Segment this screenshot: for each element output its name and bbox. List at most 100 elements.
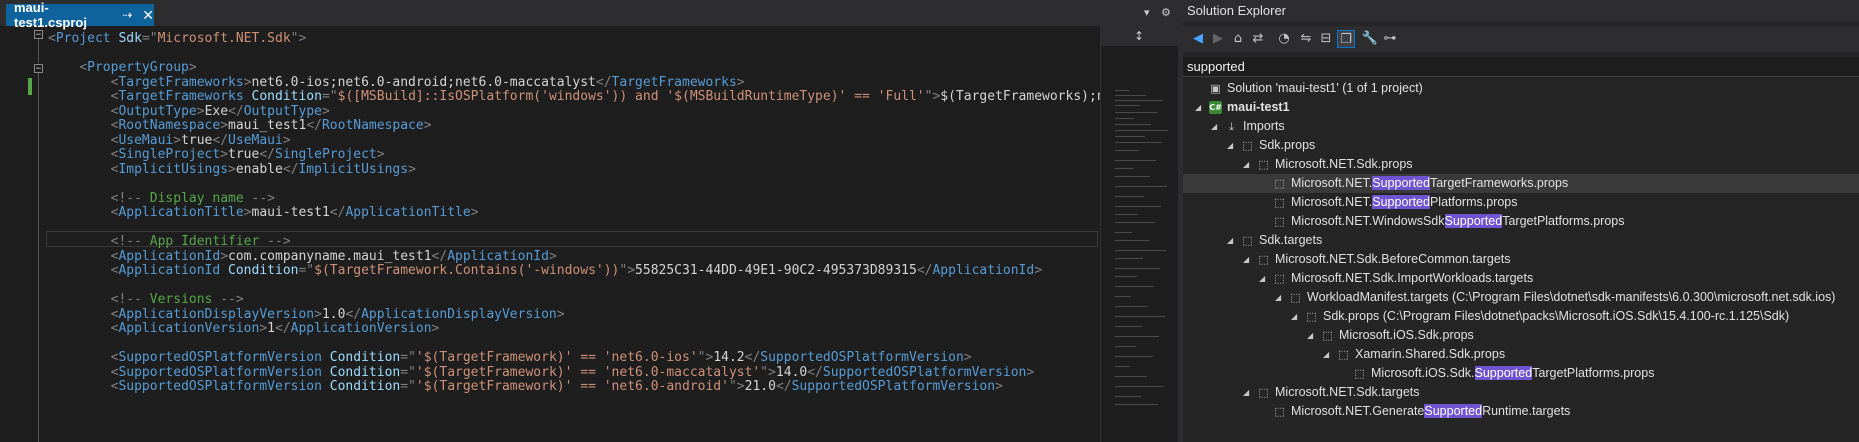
minimap-line [1115, 186, 1167, 187]
collapse-icon[interactable]: − [34, 30, 43, 40]
code-token: maui-test1 [251, 205, 330, 220]
code-token: > [470, 205, 479, 220]
tree-item[interactable]: ⬚ Microsoft.NET.SupportedTargetFrameworks… [1183, 174, 1859, 193]
tree-item[interactable]: ◢ C# maui-test1 [1183, 98, 1859, 117]
expand-arrow-icon[interactable]: ◢ [1227, 136, 1237, 155]
expand-arrow-icon[interactable]: ◢ [1307, 326, 1317, 345]
code-line[interactable]: <Project Sdk="Microsoft.NET.Sdk"> [48, 30, 306, 47]
document-tab[interactable]: maui-test1.csproj ⇢ ✕ [6, 0, 154, 30]
tree-item[interactable]: ◢ ⬚ Sdk.targets [1183, 231, 1859, 250]
code-area[interactable]: − − <Project Sdk="Microsoft.NET.Sdk"> <P… [0, 26, 1100, 442]
tree-item[interactable]: ◢ ⬚ Sdk.props [1183, 136, 1859, 155]
import-file-icon: ⬚ [1274, 215, 1285, 228]
code-token: </ [329, 205, 346, 220]
import-file-icon: ⬚ [1274, 405, 1285, 418]
tree-item[interactable]: ⬚ Microsoft.iOS.Sdk.SupportedTargetPlatfo… [1183, 364, 1859, 383]
solution-search-input[interactable]: supported [1183, 57, 1859, 77]
search-match-highlight: Supported [1444, 214, 1503, 228]
tree-item[interactable]: ⬚ Microsoft.NET.SupportedPlatforms.props [1183, 193, 1859, 212]
minimap-line [1115, 250, 1166, 251]
pending-changes-icon[interactable]: ◔ [1275, 30, 1293, 48]
collapse-all-icon[interactable]: ⊟ [1317, 30, 1335, 48]
code-line[interactable]: <ApplicationTitle>maui-test1</Applicatio… [48, 204, 479, 221]
expand-arrow-icon[interactable]: ◢ [1243, 250, 1253, 269]
expand-arrow-icon[interactable]: ◢ [1195, 98, 1205, 117]
tree-item[interactable]: ◢ ⬚ Microsoft.NET.Sdk.targets [1183, 383, 1859, 402]
minimap-line [1115, 214, 1138, 215]
switch-views-icon[interactable]: ⇄ [1249, 30, 1267, 48]
close-icon[interactable]: ✕ [142, 7, 154, 24]
code-line[interactable]: <ApplicationId Condition="$(TargetFramew… [48, 262, 1042, 279]
expand-arrow-icon[interactable]: ◢ [1275, 288, 1285, 307]
import-file-icon: ⬚ [1354, 367, 1365, 380]
tree-item[interactable]: ⬚ Microsoft.NET.WindowsSdkSupportedTarget… [1183, 212, 1859, 231]
properties-icon[interactable]: 🔧 [1361, 30, 1379, 48]
tree-item-label: Microsoft.NET.Sdk.ImportWorkloads.target… [1291, 271, 1534, 285]
expand-arrow-icon[interactable]: ◢ [1243, 155, 1253, 174]
import-file-icon: ⬚ [1258, 253, 1269, 266]
expand-arrow-icon[interactable]: ◢ [1243, 383, 1253, 402]
collapse-icon[interactable]: − [34, 64, 43, 74]
tree-item-label: Microsoft.iOS.Sdk.props [1339, 328, 1474, 342]
minimap-line [1115, 366, 1130, 367]
code-editor[interactable]: maui-test1.csproj ⇢ ✕ ▾ ⚙ − − <Project S… [0, 0, 1179, 442]
minimap-line [1115, 316, 1165, 317]
tree-item[interactable]: ◢ ⬚ Microsoft.iOS.Sdk.props [1183, 326, 1859, 345]
tree-item[interactable]: ⬚ Microsoft.NET.GenerateSupportedRuntime.… [1183, 402, 1859, 421]
sync-icon[interactable]: ⇋ [1297, 30, 1315, 48]
code-token: > [423, 118, 432, 133]
expand-arrow-icon[interactable]: ◢ [1323, 345, 1333, 364]
minimap-line [1115, 222, 1155, 223]
import-file-icon: ⬚ [1322, 329, 1333, 342]
show-all-files-icon[interactable]: ❐ [1337, 30, 1355, 48]
minimap-line [1115, 168, 1133, 169]
tree-item[interactable]: ◢ ⬚ Microsoft.NET.Sdk.ImportWorkloads.targ… [1183, 269, 1859, 288]
code-token: > [431, 321, 440, 336]
minimap-line [1115, 90, 1129, 91]
code-token: =" [400, 379, 416, 394]
tree-item[interactable]: ◢ ⬚ Microsoft.NET.Sdk.BeforeCommon.targets [1183, 250, 1859, 269]
code-token: 55825C31-44DD-49E1-90C2-495373D89315 [635, 263, 917, 278]
tree-item[interactable]: ◢ ⤓ Imports [1183, 117, 1859, 136]
tree-item-label: Microsoft.NET.SupportedTargetFrameworks.… [1291, 176, 1569, 190]
pin-icon[interactable]: ⇢ [122, 8, 132, 22]
minimap-line [1115, 386, 1164, 387]
home-icon[interactable]: ⌂ [1229, 30, 1247, 48]
minimap[interactable] [1100, 26, 1179, 442]
minimap-line [1115, 336, 1159, 337]
code-token: Project [55, 31, 111, 46]
tree-item[interactable]: ▣ Solution 'maui-test1' (1 of 1 project) [1183, 79, 1859, 98]
code-token: Condition [329, 379, 401, 394]
expand-arrow-icon[interactable]: ◢ [1211, 117, 1221, 136]
code-line[interactable]: <SupportedOSPlatformVersion Condition="'… [48, 378, 1003, 395]
settings-icon[interactable]: ⚙ [1161, 6, 1171, 19]
import-file-icon: ⬚ [1290, 291, 1301, 304]
expand-arrow-icon[interactable]: ◢ [1227, 231, 1237, 250]
back-icon[interactable]: ◀ [1189, 30, 1207, 48]
tree-item[interactable]: ◢ ⬚ WorkloadManifest.targets (C:\Program F… [1183, 288, 1859, 307]
selection-margin [0, 26, 8, 442]
tab-dropdown-icon[interactable]: ▾ [1144, 6, 1150, 19]
tree-item-label: Microsoft.NET.SupportedPlatforms.props [1291, 195, 1518, 209]
solution-icon: ▣ [1210, 82, 1221, 95]
minimap-line [1115, 124, 1151, 125]
tree-item[interactable]: ◢ ⬚ Microsoft.NET.Sdk.props [1183, 155, 1859, 174]
code-token: ImplicitUsings [298, 161, 409, 177]
minimap-line [1115, 356, 1153, 357]
expand-arrow-icon[interactable]: ◢ [1259, 269, 1269, 288]
minimap-line [1115, 232, 1132, 233]
code-token: > [408, 161, 416, 177]
expand-arrow-icon[interactable]: ◢ [1291, 307, 1301, 326]
preview-icon[interactable]: ⊶ [1381, 30, 1399, 48]
code-line[interactable]: <ImplicitUsings>enable</ImplicitUsings> [48, 161, 416, 178]
tree-item-label: Microsoft.NET.GenerateSupportedRuntime.t… [1291, 404, 1571, 418]
code-token: SupportedOSPlatformVersion [791, 379, 996, 394]
tree-item[interactable]: ◢ ⬚ Xamarin.Shared.Sdk.props [1183, 345, 1859, 364]
code-line[interactable]: <ApplicationVersion>1</ApplicationVersio… [48, 320, 440, 337]
code-token: ImplicitUsings [118, 161, 229, 177]
split-button[interactable]: ↕ [1100, 26, 1178, 46]
tree-item[interactable]: ◢ ⬚ Sdk.props (C:\Program Files\dotnet\pac… [1183, 307, 1859, 326]
forward-icon[interactable]: ▶ [1209, 30, 1227, 48]
